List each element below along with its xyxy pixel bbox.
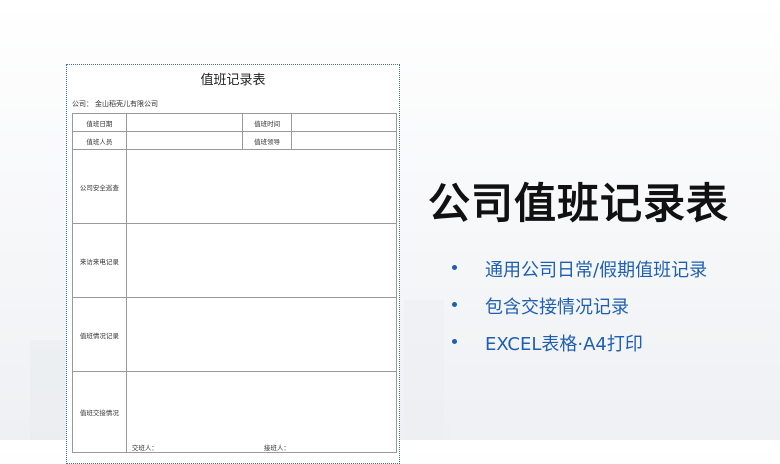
list-item: 包含交接情况记录 xyxy=(452,293,707,330)
form-title: 值班记录表 xyxy=(200,73,266,88)
duty-staff-label: 值班人员 xyxy=(72,131,127,150)
table-row: 值班交接情况 交班人： 接班人： xyxy=(72,371,398,453)
page-title: 公司值班记录表 xyxy=(428,179,730,228)
handover-cell: 交班人： 接班人： xyxy=(125,371,398,453)
bullet-icon xyxy=(452,339,457,344)
background-block xyxy=(30,340,66,440)
feature-text: 包含交接情况记录 xyxy=(485,297,629,318)
duty-leader-cell xyxy=(291,131,397,150)
visits-calls-cell xyxy=(125,223,398,298)
duty-date-label: 值班日期 xyxy=(72,113,127,132)
feature-list: 通用公司日常/假期值班记录 包含交接情况记录 EXCEL表格·A4打印 xyxy=(452,256,707,367)
duty-staff-cell xyxy=(125,131,243,150)
security-check-label: 公司安全巡查 xyxy=(72,149,127,224)
duty-record-form-preview: 值班记录表 公司： 金山稻壳儿有限公司 值班日期 值班时间 值班人员 值班领导 公… xyxy=(66,64,400,464)
duty-time-label: 值班时间 xyxy=(241,113,293,132)
background-block xyxy=(404,300,444,440)
list-item: 通用公司日常/假期值班记录 xyxy=(452,256,707,293)
duty-time-cell xyxy=(291,113,397,132)
bullet-icon xyxy=(452,265,457,270)
received-by-label: 接班人： xyxy=(263,444,290,452)
handover-by-label: 交班人： xyxy=(131,444,158,452)
background-block xyxy=(450,380,780,440)
table-row: 值班人员 值班领导 xyxy=(72,131,397,150)
list-item: EXCEL表格·A4打印 xyxy=(452,330,707,367)
duty-date-cell xyxy=(125,113,243,132)
duty-status-label: 值班情况记录 xyxy=(72,297,127,372)
table-row: 值班日期 值班时间 xyxy=(72,113,397,132)
table-row: 来访来电记录 xyxy=(72,223,398,298)
security-check-cell xyxy=(125,149,398,224)
feature-text: 通用公司日常/假期值班记录 xyxy=(485,260,708,281)
visits-calls-label: 来访来电记录 xyxy=(72,223,127,298)
company-label: 公司： xyxy=(72,100,93,108)
duty-record-table: 值班日期 值班时间 值班人员 值班领导 公司安全巡查 来访来电记录 值班情况记录… xyxy=(72,113,398,453)
duty-status-cell xyxy=(125,297,398,372)
duty-leader-label: 值班领导 xyxy=(241,131,293,150)
feature-text: EXCEL表格·A4打印 xyxy=(485,334,643,355)
table-row: 值班情况记录 xyxy=(72,297,398,372)
company-line: 公司： 金山稻壳儿有限公司 xyxy=(72,99,160,109)
table-row: 公司安全巡查 xyxy=(72,149,398,224)
handover-label: 值班交接情况 xyxy=(72,371,127,453)
bullet-icon xyxy=(452,302,457,307)
company-name: 金山稻壳儿有限公司 xyxy=(95,100,158,108)
